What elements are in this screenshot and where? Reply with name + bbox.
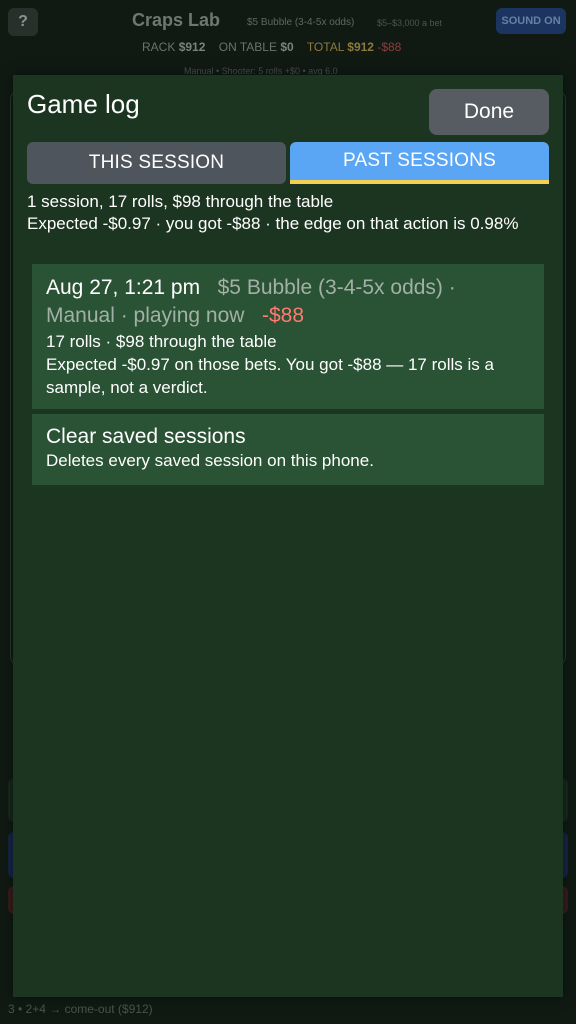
session-result: -$88 bbox=[261, 304, 304, 327]
summary-line-1: 1 session, 17 rolls, $98 through the tab… bbox=[27, 192, 334, 211]
done-button[interactable]: Done bbox=[429, 89, 549, 135]
sound-toggle: SOUND ON bbox=[496, 8, 566, 34]
session-table: $5 Bubble (3-4-5x odds) · bbox=[217, 276, 456, 299]
bankroll-stats: RACK $912 ON TABLE $0 TOTAL $912 -$88 bbox=[142, 40, 401, 54]
sheet-title: Game log bbox=[27, 89, 140, 119]
sessions-summary: 1 session, 17 rolls, $98 through the tab… bbox=[27, 191, 547, 235]
clear-sessions-subtitle: Deletes every saved session on this phon… bbox=[46, 451, 374, 470]
session-rolls: 17 rolls · $98 through the table bbox=[46, 332, 277, 351]
rack-value: $912 bbox=[178, 40, 206, 54]
session-date: Aug 27, 1:21 pm bbox=[46, 276, 201, 299]
session-header: Aug 27, 1:21 pm $5 Bubble (3-4-5x odds) … bbox=[46, 274, 530, 330]
session-mode-status: Manual · playing now bbox=[46, 304, 245, 327]
app-title: Craps Lab bbox=[132, 10, 221, 30]
tab-past-sessions[interactable]: PAST SESSIONS bbox=[290, 142, 549, 184]
session-expected: Expected -$0.97 on those bets. You got -… bbox=[46, 355, 494, 397]
total-value: $912 bbox=[347, 40, 374, 54]
roll-log-tail: 3 • 2+4 → come-out ($912) bbox=[8, 1002, 153, 1016]
help-button: ? bbox=[8, 8, 38, 36]
total-delta: -$88 bbox=[377, 40, 402, 54]
clear-sessions-title: Clear saved sessions bbox=[46, 425, 246, 448]
summary-line-2: Expected -$0.97 · you got -$88 · the edg… bbox=[27, 214, 519, 233]
on-table-value: $0 bbox=[280, 40, 294, 54]
game-log-sheet: Game log Done THIS SESSION PAST SESSIONS… bbox=[13, 75, 563, 997]
tab-this-session[interactable]: THIS SESSION bbox=[27, 142, 286, 184]
total-label: TOTAL bbox=[306, 40, 344, 54]
clear-sessions-button[interactable]: Clear saved sessions Deletes every saved… bbox=[32, 414, 544, 485]
rack-label: RACK bbox=[142, 40, 176, 54]
session-card[interactable]: Aug 27, 1:21 pm $5 Bubble (3-4-5x odds) … bbox=[32, 264, 544, 409]
table-limits: $5–$3,000 a bet bbox=[377, 18, 443, 28]
on-table-label: ON TABLE bbox=[218, 40, 277, 54]
table-name: $5 Bubble (3-4-5x odds) bbox=[247, 17, 355, 28]
